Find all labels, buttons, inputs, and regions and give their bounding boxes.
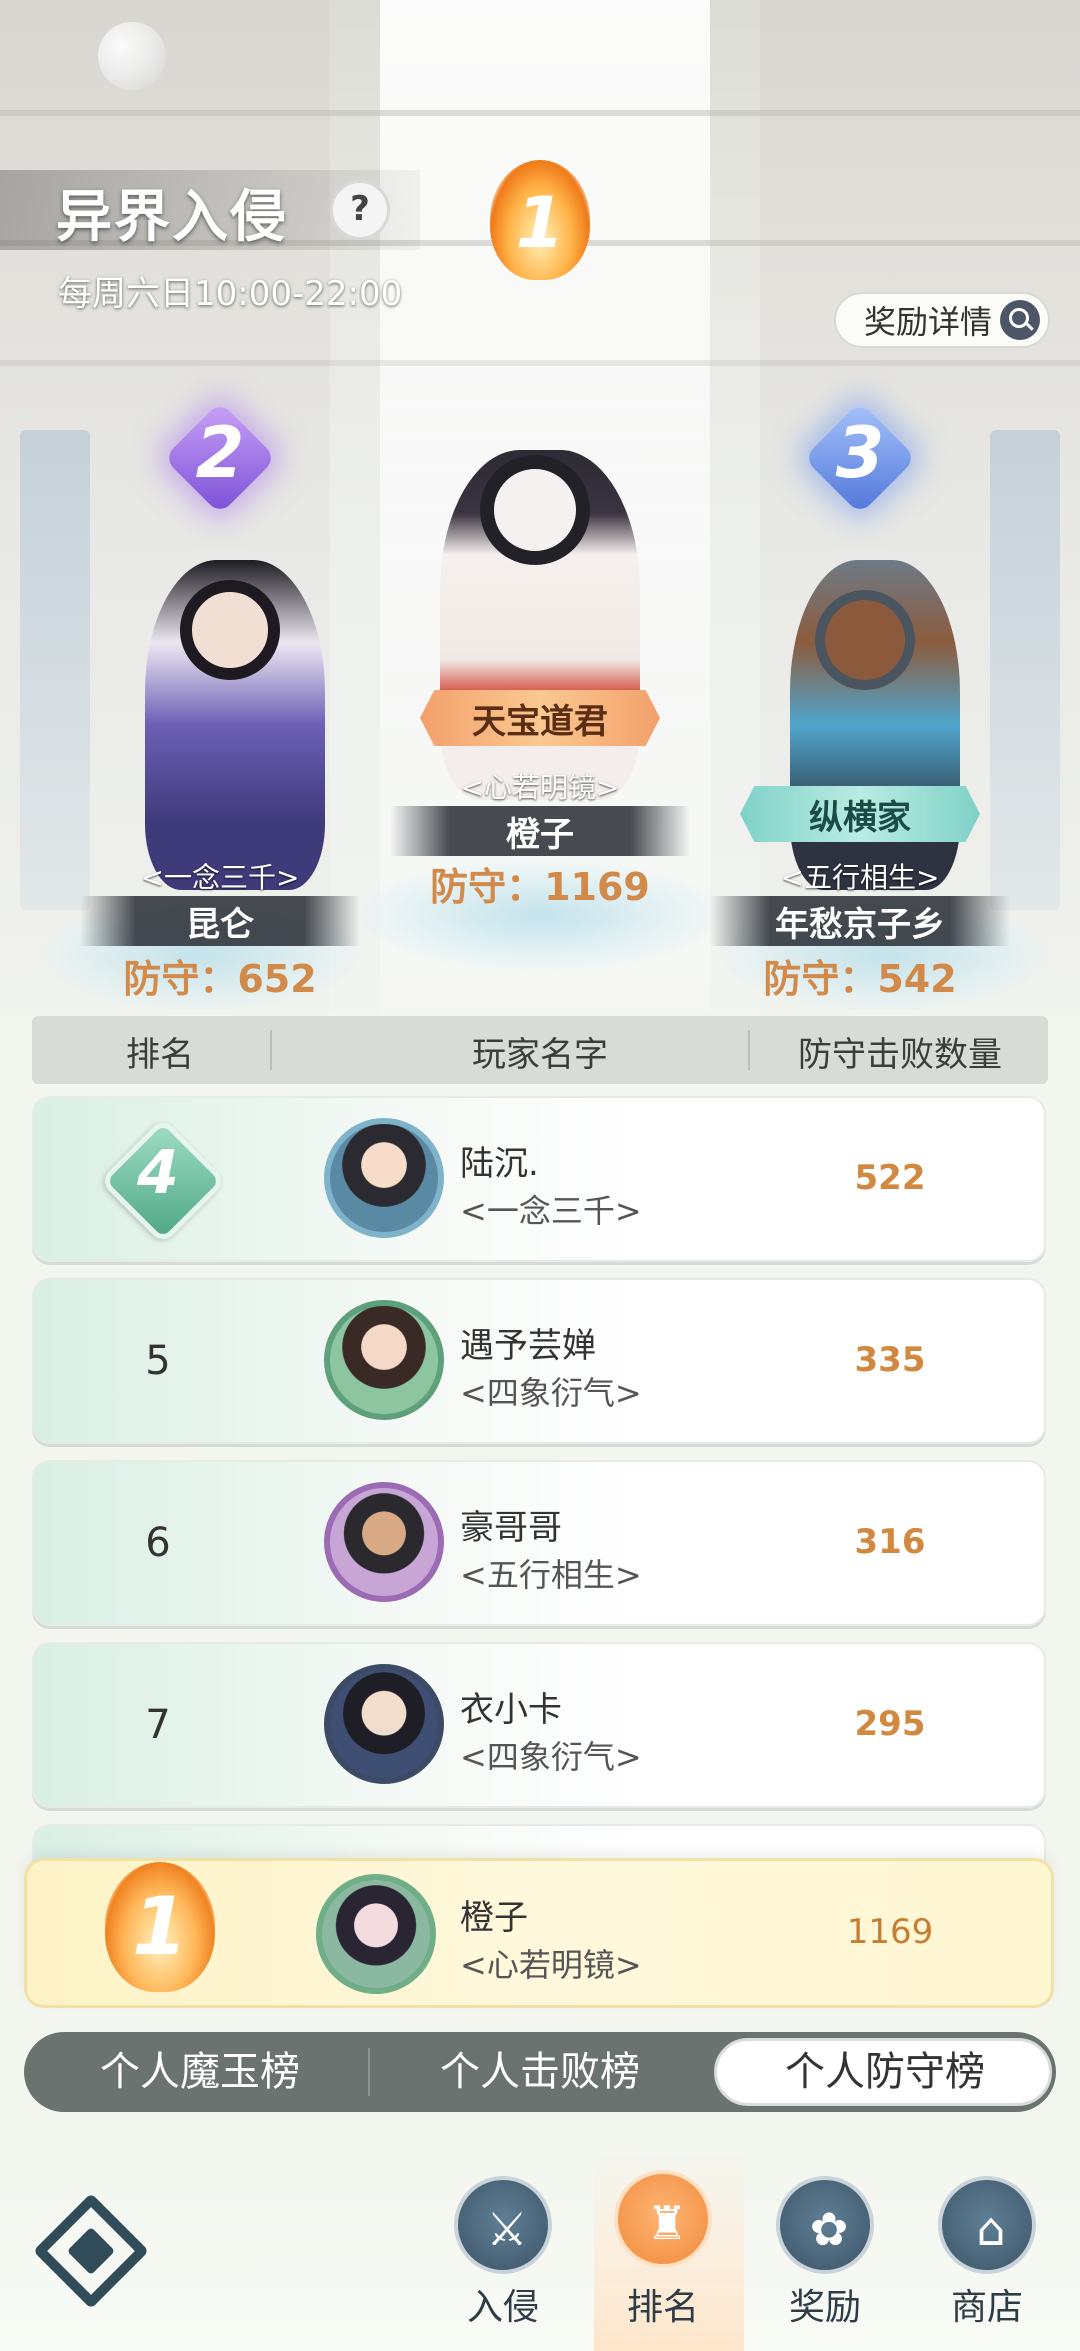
my-avatar[interactable] <box>316 1874 436 1994</box>
search-icon <box>1000 300 1040 340</box>
rank-3-honor-title: 纵横家 <box>740 786 980 842</box>
page-title: 异界入侵 <box>56 185 288 250</box>
swords-icon[interactable]: ⚔ <box>454 2176 552 2274</box>
rank-3-guild: <五行相生> <box>780 861 940 894</box>
avatar[interactable] <box>324 1300 444 1420</box>
rank-number: 7 <box>145 1702 171 1748</box>
rank-1-honor-title: 天宝道君 <box>420 690 660 746</box>
tab-defense-label: 个人防守榜 <box>785 2049 985 2095</box>
background-column <box>990 430 1060 910</box>
column-header-player: 玩家名字 <box>472 1035 608 1075</box>
tab-magic-jade[interactable]: 个人魔玉榜 <box>60 2044 340 2100</box>
rank-2-character-head <box>180 580 280 680</box>
player-name: 豪哥哥 <box>460 1508 562 1548</box>
rank-3-defense: 防守：542 <box>763 957 957 1001</box>
column-divider <box>270 1030 272 1070</box>
rank-2-guild: <一念三千> <box>140 861 300 894</box>
player-guild: <四象衍气> <box>460 1374 642 1412</box>
reward-detail-label: 奖励详情 <box>863 303 992 341</box>
background-column <box>20 430 90 910</box>
avatar[interactable] <box>324 1664 444 1784</box>
defense-kill-count: 522 <box>854 1158 926 1198</box>
player-guild: <五行相生> <box>460 1556 642 1594</box>
orb-decoration <box>98 22 166 90</box>
reward-icon[interactable]: ✿ <box>776 2176 874 2274</box>
nav-label-reward[interactable]: 奖励 <box>765 2278 885 2330</box>
column-header-rank: 排名 <box>126 1035 194 1075</box>
player-name: 陆沉. <box>460 1144 539 1184</box>
column-header-defense-kills: 防守击败数量 <box>798 1035 1002 1075</box>
defense-kill-count: 335 <box>854 1340 926 1380</box>
rank-3-character-head <box>815 590 915 690</box>
my-player-name: 橙子 <box>460 1898 528 1938</box>
shop-icon[interactable]: ⌂ <box>938 2176 1036 2274</box>
rank-3-number: 3 <box>835 412 885 494</box>
nav-label-shop[interactable]: 商店 <box>927 2278 1047 2330</box>
player-guild: <一念三千> <box>460 1192 642 1230</box>
column-divider <box>748 1030 750 1070</box>
rank-number: 5 <box>145 1338 171 1384</box>
nav-label-invade[interactable]: 入侵 <box>443 2278 563 2330</box>
ranking-glyph: ♜ <box>646 2196 688 2250</box>
tab-defeat[interactable]: 个人击败榜 <box>400 2044 680 2100</box>
defense-kill-count: 295 <box>854 1704 926 1744</box>
arch-line <box>0 360 1080 366</box>
arch-line <box>0 110 1080 116</box>
rank-1-defense: 防守：1169 <box>430 865 650 909</box>
player-name: 衣小卡 <box>460 1690 562 1730</box>
rank-2-number: 2 <box>195 412 245 494</box>
rank-1-emblem: 1 <box>480 160 600 280</box>
rank-2-emblem: 2 <box>160 398 280 518</box>
rank-2-defense: 防守：652 <box>123 957 317 1001</box>
rank-3-emblem: 3 <box>800 398 920 518</box>
rank-1-character-head <box>480 455 590 565</box>
help-icon[interactable]: ? <box>330 180 390 240</box>
swords-glyph: ⚔ <box>486 2202 528 2256</box>
ranking-icon[interactable]: ♜ <box>614 2170 712 2268</box>
rank-number: 6 <box>145 1520 171 1566</box>
event-schedule: 每周六日10:00-22:00 <box>58 274 403 314</box>
my-rank-number: 1 <box>132 1880 188 1973</box>
reward-detail-button[interactable]: 奖励详情 <box>834 292 1050 348</box>
rank-2-name: 昆仑 <box>80 896 360 946</box>
player-guild: <四象衍气> <box>460 1738 642 1776</box>
avatar[interactable] <box>324 1482 444 1602</box>
avatar[interactable] <box>324 1118 444 1238</box>
reward-glyph: ✿ <box>809 2202 849 2256</box>
rank-1-name: 橙子 <box>390 806 690 856</box>
tab-divider <box>368 2048 370 2096</box>
rank-number: 4 <box>137 1138 179 1208</box>
my-player-guild: <心若明镜> <box>460 1946 642 1984</box>
nav-label-rank[interactable]: 排名 <box>603 2278 723 2330</box>
rank-1-guild: <心若明镜> <box>460 771 620 804</box>
shop-glyph: ⌂ <box>976 2202 1006 2256</box>
rank-3-name: 年愁京子乡 <box>710 896 1010 946</box>
rank-1-number: 1 <box>515 182 565 264</box>
defense-kill-count: 316 <box>854 1522 926 1562</box>
my-defense-kill-count: 1169 <box>846 1912 934 1952</box>
player-name: 遇予芸婵 <box>460 1326 596 1366</box>
